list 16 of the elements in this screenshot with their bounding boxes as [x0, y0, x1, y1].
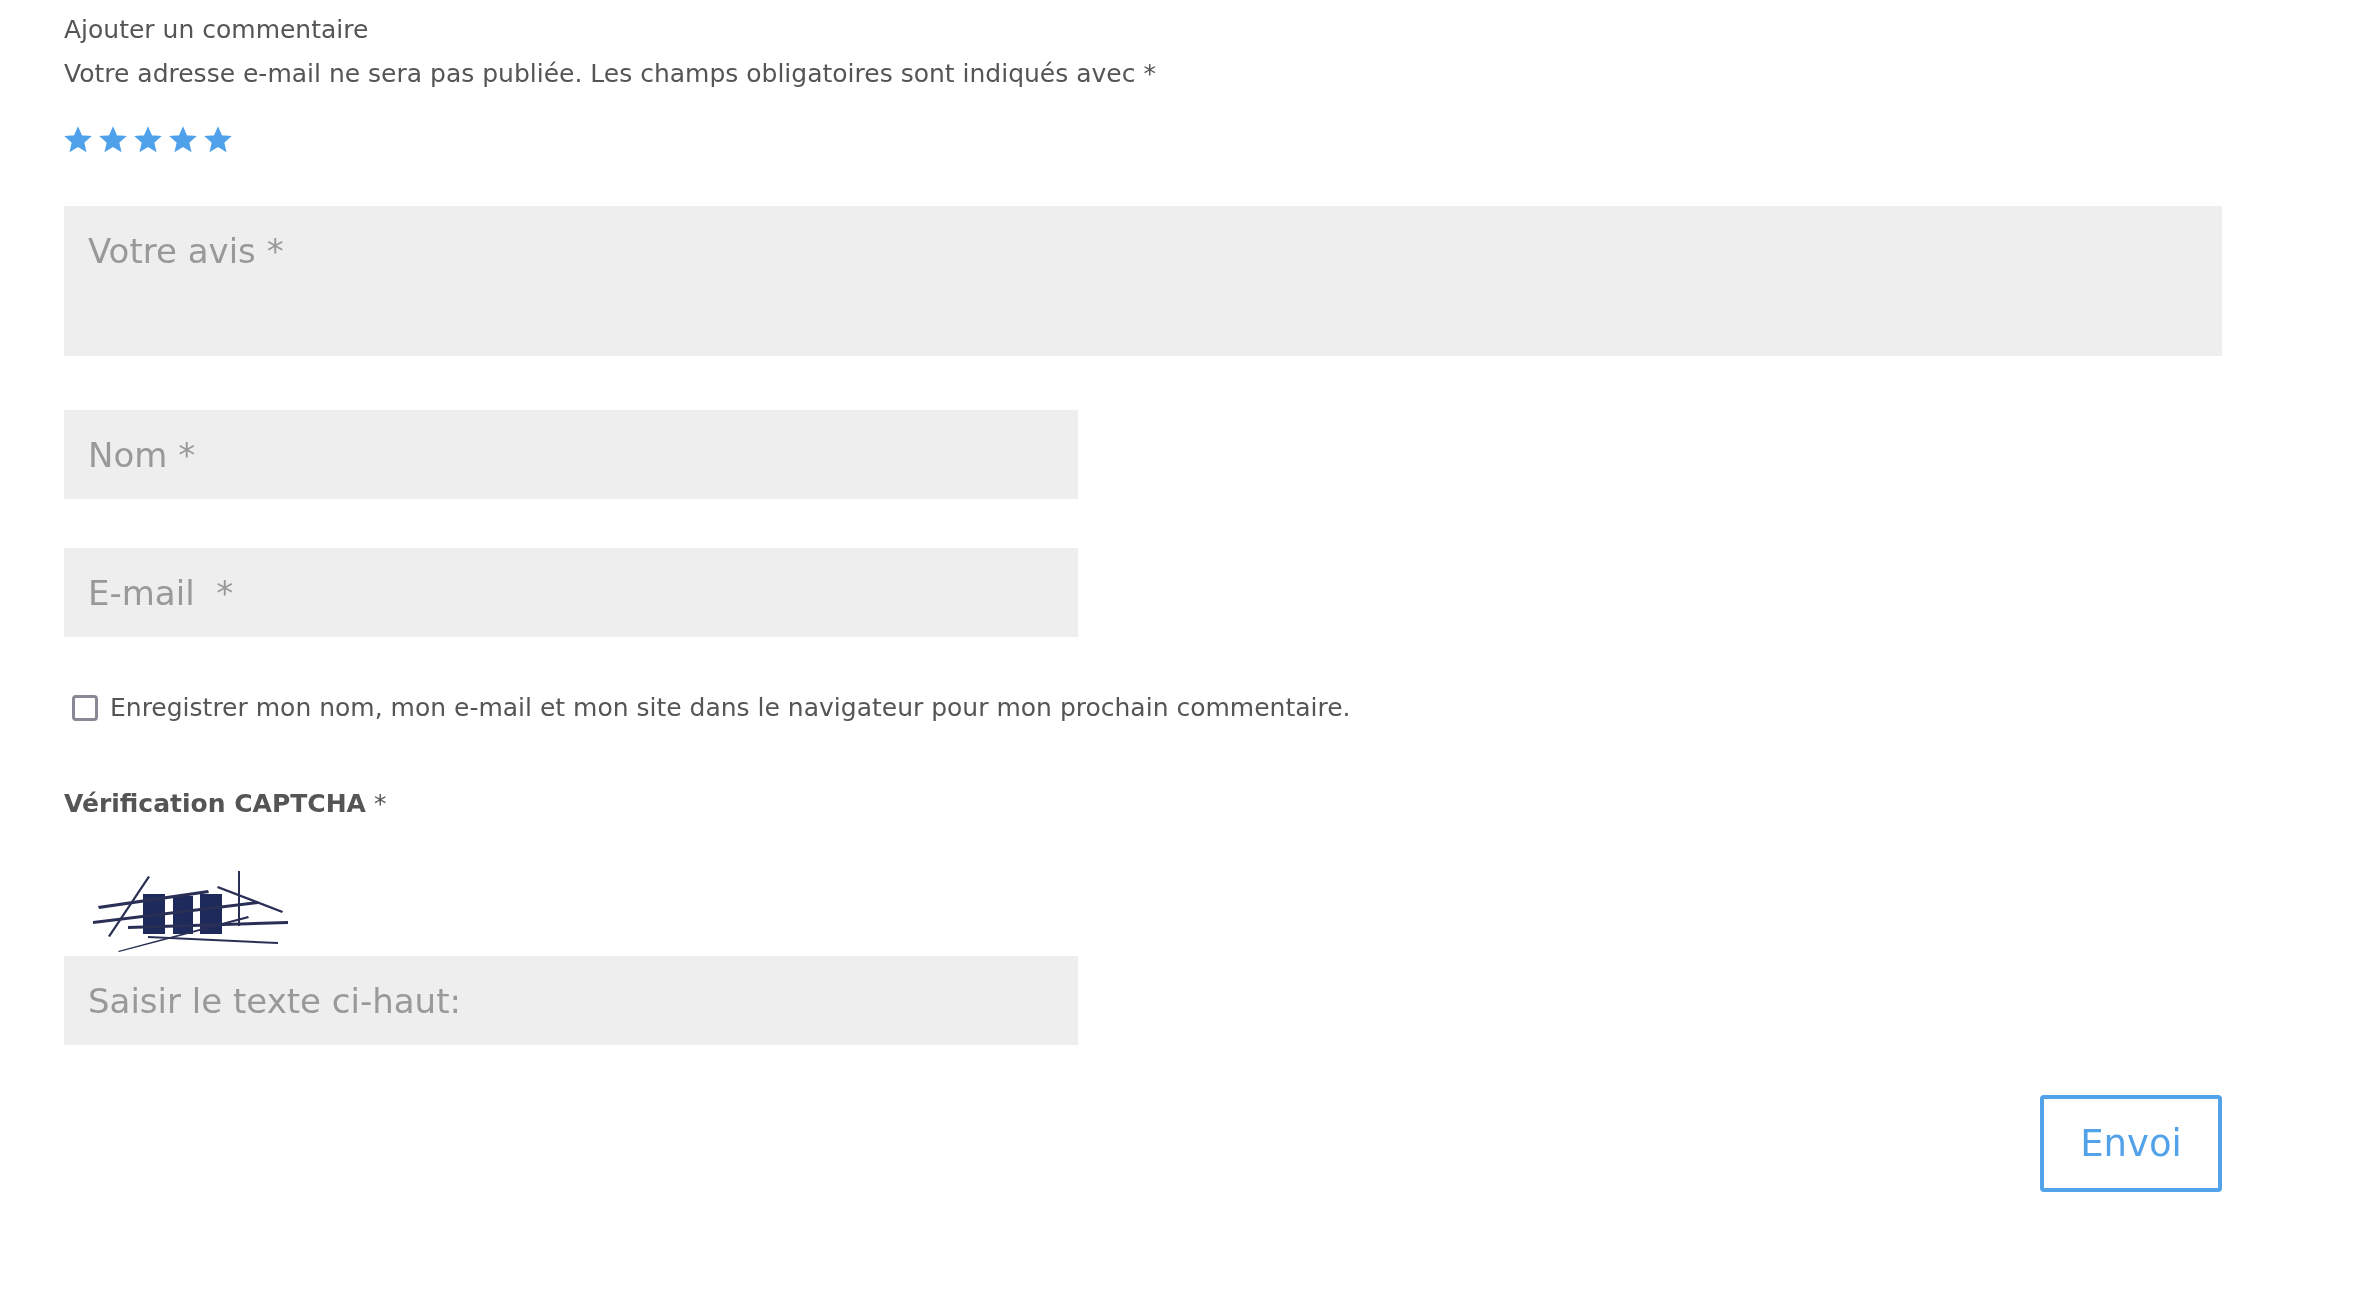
star-icon[interactable] — [64, 126, 92, 154]
star-icon[interactable] — [204, 126, 232, 154]
captcha-label: Vérification CAPTCHA — [64, 787, 366, 820]
remember-checkbox[interactable] — [72, 694, 98, 721]
required-note: Votre adresse e-mail ne sera pas publiée. Les champs obligatoires sont indiqués avec * — [64, 58, 1157, 90]
required-mark: * — [373, 787, 387, 820]
captcha-field[interactable]: Saisir le texte ci-haut: — [64, 956, 1078, 1045]
submit-button[interactable]: Envoi — [2040, 1095, 2222, 1192]
review-field[interactable]: Votre avis * — [64, 206, 2222, 356]
name-field[interactable]: Nom * — [64, 410, 1078, 499]
star-icon[interactable] — [169, 126, 197, 154]
star-icon[interactable] — [134, 126, 162, 154]
remember-label: Enregistrer mon nom, mon e-mail et mon site dans le navigateur pour mon prochain commentaire. — [110, 692, 1351, 724]
form-heading: Ajouter un commentaire — [64, 14, 370, 46]
email-field[interactable]: E-mail * — [64, 548, 1078, 637]
star-icon[interactable] — [99, 126, 127, 154]
